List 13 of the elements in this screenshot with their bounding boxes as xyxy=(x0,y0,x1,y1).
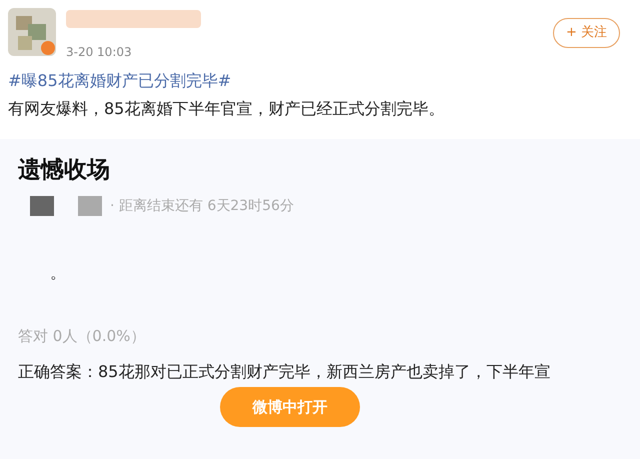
countdown-text: · 距离结束还有 6天23时56分 xyxy=(110,196,294,216)
hashtag-link[interactable]: #曝85花离婚财产已分割完毕# xyxy=(8,69,632,93)
quiz-title: 遗憾收场 xyxy=(18,156,111,185)
answer-text: 正确答案：85花那对已正式分割财产完毕，新西兰房产也卖掉了，下半年宣 xyxy=(18,361,552,383)
open-in-app-button[interactable]: 微博中打开 xyxy=(220,387,360,427)
post-time: 3-20 10:03 xyxy=(66,44,133,61)
post-text: 有网友爆料，85花离婚下半年官宣，财产已经正式分割完毕。 xyxy=(8,98,446,120)
avatar xyxy=(8,8,56,56)
result-text: 答对 0人（0.0%） xyxy=(18,326,146,346)
redacted-block xyxy=(30,196,54,216)
option-text: 。 xyxy=(50,262,67,284)
redacted-block xyxy=(78,196,102,216)
follow-button[interactable]: + 关注 xyxy=(552,18,620,48)
